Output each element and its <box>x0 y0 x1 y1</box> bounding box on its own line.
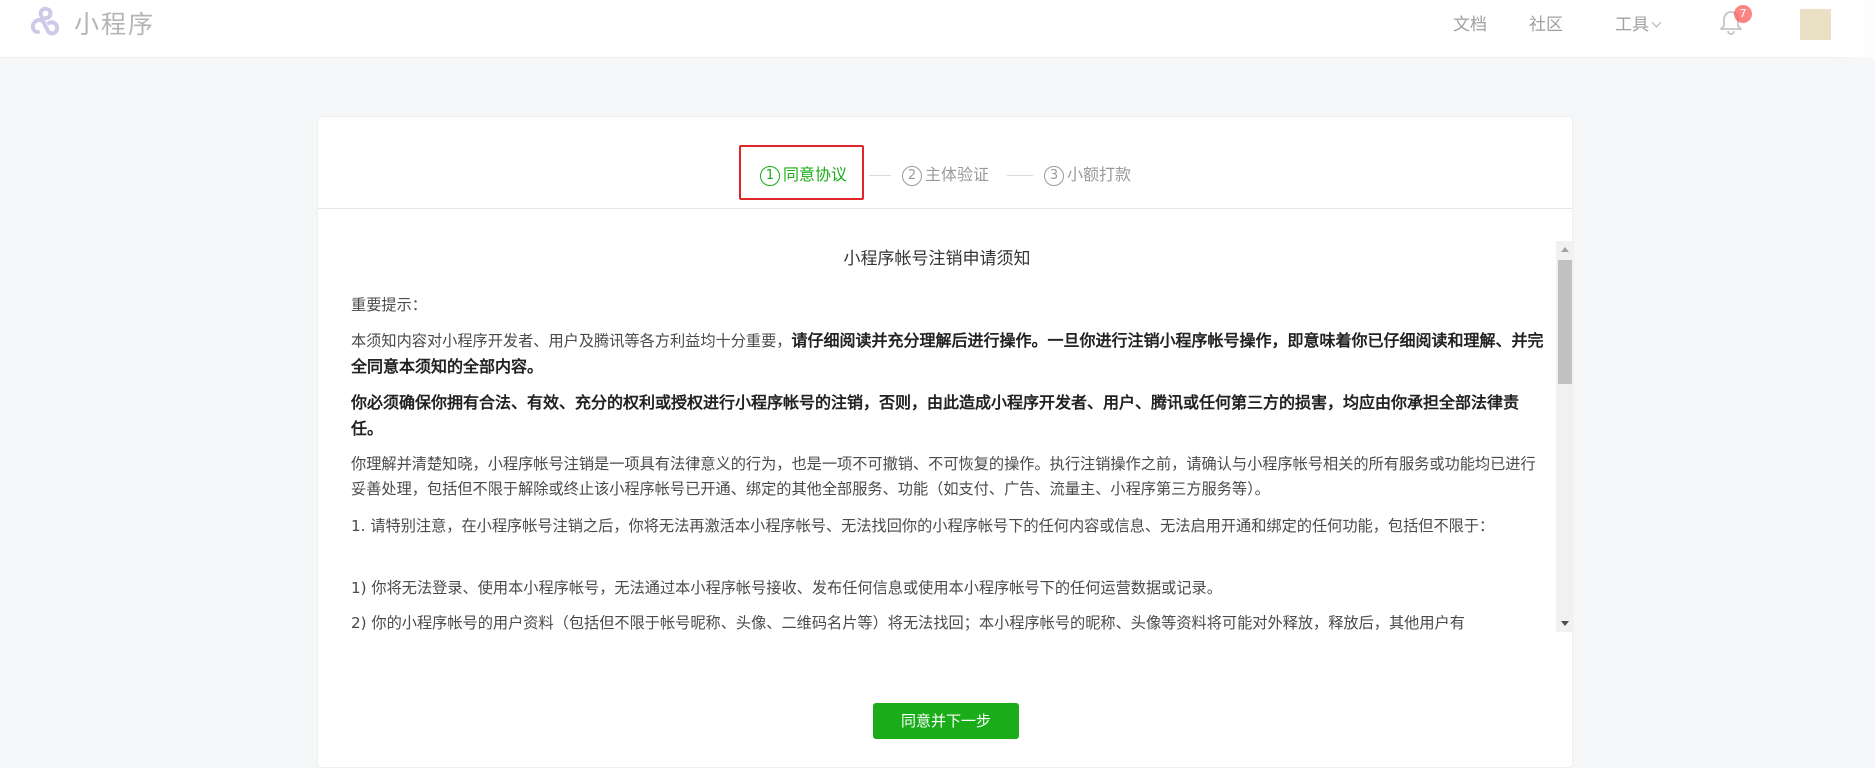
notice-text: 本须知内容对小程序开发者、用户及腾讯等各方利益均十分重要， <box>351 332 792 350</box>
step-label: 小额打款 <box>1067 165 1132 184</box>
step-number: 3 <box>1044 166 1064 186</box>
chevron-down-icon <box>1651 17 1662 28</box>
notice-title: 小程序帐号注销申请须知 <box>843 249 1031 269</box>
logo-text: 小程序 <box>74 10 156 39</box>
nav-tools-dropdown[interactable]: 工具 <box>1615 10 1662 36</box>
notice-paragraph: 2) 你的小程序帐号的用户资料（包括但不限于帐号昵称、头像、二维码名片等）将无法… <box>351 614 1465 632</box>
notice-paragraph: 1) 你将无法登录、使用本小程序帐号，无法通过本小程序帐号接收、发布任何信息或使… <box>351 579 1222 597</box>
notice-bold-text: 你必须确保你拥有合法、有效、充分的权利或授权进行小程序帐号的注销，否则，由此造成… <box>351 393 1520 438</box>
notice-scroll-area[interactable]: 小程序帐号注销申请须知 重要提示： 本须知内容对小程序开发者、用户及腾讯等各方利… <box>318 209 1556 753</box>
logo[interactable]: 小程序 <box>28 6 155 40</box>
nav-tools-label: 工具 <box>1615 15 1649 35</box>
nav-community[interactable]: 社区 <box>1529 10 1563 36</box>
scroll-up-arrow-icon[interactable] <box>1561 247 1569 252</box>
notice-paragraph: 你必须确保你拥有合法、有效、充分的权利或授权进行小程序帐号的注销，否则，由此造成… <box>351 390 1547 442</box>
step-entity-verification: 2 主体验证 <box>902 163 989 187</box>
step-indicator: 1 同意协议 2 主体验证 3 小额打款 <box>318 117 1572 209</box>
scrollbar-thumb[interactable] <box>1558 260 1572 384</box>
step-number: 2 <box>902 166 922 186</box>
step-label: 主体验证 <box>925 165 990 184</box>
step-connector <box>1007 175 1033 176</box>
notice-paragraph: 本须知内容对小程序开发者、用户及腾讯等各方利益均十分重要，请仔细阅读并充分理解后… <box>351 328 1547 380</box>
avatar[interactable] <box>1800 9 1831 40</box>
notice-paragraph: 你理解并清楚知晓，小程序帐号注销是一项具有法律意义的行为，也是一项不可撤销、不可… <box>351 455 1536 498</box>
step-connector <box>869 175 891 176</box>
nav-docs[interactable]: 文档 <box>1453 10 1487 36</box>
notice-important-heading: 重要提示： <box>351 296 427 314</box>
account-name-mask <box>1836 0 1875 58</box>
miniprogram-logo-icon <box>30 6 60 36</box>
notification-badge: 7 <box>1734 5 1752 23</box>
active-step-highlight <box>739 145 864 200</box>
notice-scrollbar[interactable] <box>1556 241 1574 632</box>
notice-paragraph: 1. 请特别注意，在小程序帐号注销之后，你将无法再激活本小程序帐号、无法找回你的… <box>351 517 1495 535</box>
agree-next-button[interactable]: 同意并下一步 <box>873 703 1019 739</box>
account-cancellation-card: 1 同意协议 2 主体验证 3 小额打款 小程序帐号注销申请须知 重要提示： 本须知内… <box>317 116 1574 768</box>
scroll-down-arrow-icon[interactable] <box>1561 621 1569 626</box>
step-small-payment: 3 小额打款 <box>1044 163 1131 187</box>
top-bar: 小程序 文档 社区 工具 7 <box>0 0 1875 58</box>
